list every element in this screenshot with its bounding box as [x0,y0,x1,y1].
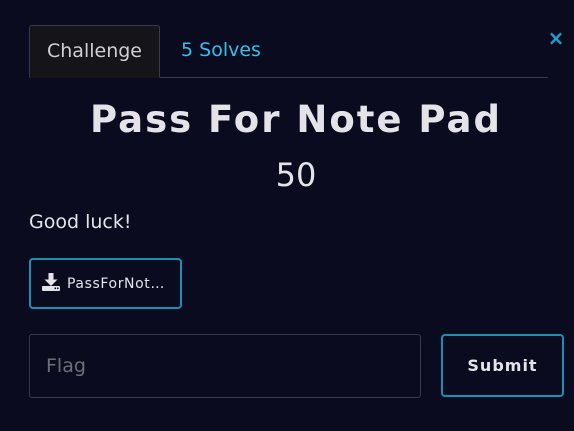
close-icon[interactable]: × [546,27,566,49]
submit-button[interactable]: Submit [441,334,564,397]
challenge-tabs: Challenge 5 Solves [29,25,548,78]
tab-solves[interactable]: 5 Solves [181,25,261,77]
challenge-description: Good luck! [29,211,132,233]
challenge-points: 50 [275,156,317,194]
flag-input[interactable] [29,334,421,398]
file-download-button[interactable]: PassForNot… [29,258,182,309]
download-icon [42,272,60,291]
challenge-modal: × Challenge 5 Solves Pass For Note Pad 5… [0,0,574,431]
file-name-label: PassForNot… [67,275,165,292]
challenge-title: Pass For Note Pad [90,98,502,141]
tab-challenge[interactable]: Challenge [29,25,160,78]
